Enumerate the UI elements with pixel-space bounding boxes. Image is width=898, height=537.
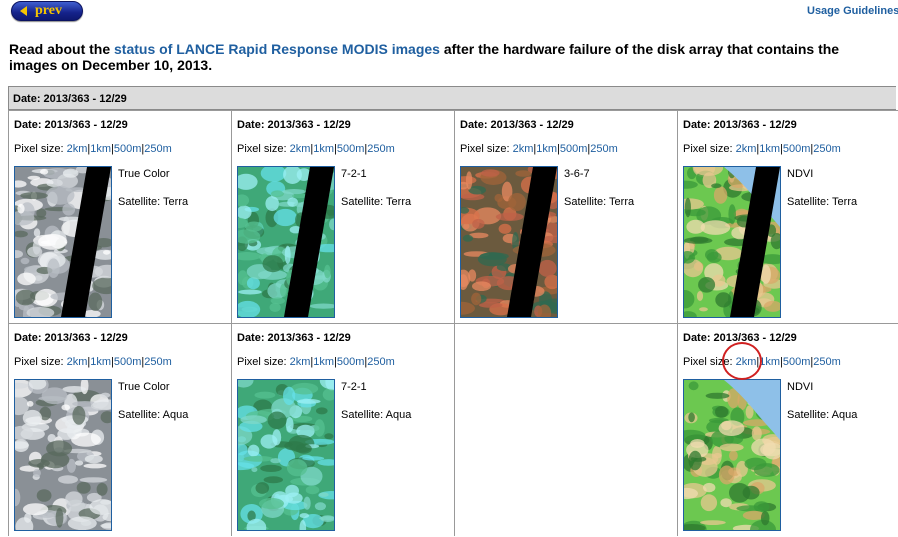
pixel-size-2km-link[interactable]: 2km [513, 143, 534, 155]
pixel-size-1km-link[interactable]: 1km [313, 143, 334, 155]
satellite-label: Satellite: Terra [564, 196, 635, 208]
pixel-size-2km-link[interactable]: 2km [290, 143, 311, 155]
pixel-size-250m-link[interactable]: 250m [144, 356, 172, 368]
prev-button-label: prev [35, 3, 62, 18]
pixel-size-1km-link[interactable]: 1km [759, 143, 780, 155]
satellite-thumbnail[interactable] [237, 166, 335, 318]
pixel-size-label: Pixel size: [14, 143, 64, 155]
arrow-left-icon [20, 6, 27, 16]
satellite-thumbnail[interactable] [683, 379, 781, 531]
satellite-thumbnail[interactable] [683, 166, 781, 318]
band-label: NDVI [787, 381, 814, 393]
band-label: True Color [118, 381, 170, 393]
table-header: Date: 2013/363 - 12/29 [8, 86, 896, 110]
cell-date: Date: 2013/363 - 12/29 [14, 119, 128, 131]
notice-text-pre: Read about the [9, 41, 115, 57]
image-cell: Date: 2013/363 - 12/29 Pixel size: 2km|1k… [8, 110, 231, 323]
cell-date: Date: 2013/363 - 12/29 [237, 332, 351, 344]
image-grid: Date: 2013/363 - 12/29 Date: 2013/363 - … [8, 86, 898, 537]
satellite-label: Satellite: Terra [787, 196, 858, 208]
image-cell: Date: 2013/363 - 12/29 Pixel size: 2km|1k… [231, 110, 454, 323]
satellite-thumbnail[interactable] [460, 166, 558, 318]
band-label: 7-2-1 [341, 168, 367, 180]
pixel-size-label: Pixel size: [237, 143, 287, 155]
pixel-size-row: Pixel size: 2km|1km|500m|250m [237, 143, 395, 155]
pixel-size-2km-link[interactable]: 2km [736, 143, 757, 155]
satellite-thumbnail[interactable] [237, 379, 335, 531]
pixel-size-label: Pixel size: [460, 143, 510, 155]
pixel-size-2km-link[interactable]: 2km [290, 356, 311, 368]
pixel-size-250m-link[interactable]: 250m [144, 143, 172, 155]
satellite-label: Satellite: Terra [118, 196, 189, 208]
pixel-size-1km-link[interactable]: 1km [90, 356, 111, 368]
image-cell: Date: 2013/363 - 12/29 Pixel size: 2km|1k… [677, 323, 898, 536]
cell-date: Date: 2013/363 - 12/29 [14, 332, 128, 344]
pixel-size-1km-link[interactable]: 1km [313, 356, 334, 368]
cell-date: Date: 2013/363 - 12/29 [460, 119, 574, 131]
satellite-thumbnail[interactable] [14, 379, 112, 531]
pixel-size-500m-link[interactable]: 500m [783, 143, 811, 155]
disk-failure-notice: Read about the status of LANCE Rapid Res… [9, 41, 887, 73]
image-cell: Date: 2013/363 - 12/29 Pixel size: 2km|1k… [677, 110, 898, 323]
pixel-size-250m-link[interactable]: 250m [367, 356, 395, 368]
band-label: True Color [118, 168, 170, 180]
prev-button[interactable]: prev [11, 1, 83, 21]
satellite-thumbnail[interactable] [14, 166, 112, 318]
lance-status-link[interactable]: status of LANCE Rapid Response MODIS ima… [114, 41, 440, 57]
pixel-size-row: Pixel size: 2km|1km|500m|250m [14, 356, 172, 368]
pixel-size-500m-link[interactable]: 500m [783, 356, 811, 368]
pixel-size-row: Pixel size: 2km|1km|500m|250m [14, 143, 172, 155]
pixel-size-500m-link[interactable]: 500m [337, 356, 365, 368]
highlight-circle-annotation [722, 342, 762, 380]
band-label: NDVI [787, 168, 814, 180]
satellite-label: Satellite: Aqua [787, 409, 858, 421]
pixel-size-1km-link[interactable]: 1km [90, 143, 111, 155]
satellite-label: Satellite: Terra [341, 196, 412, 208]
pixel-size-2km-link[interactable]: 2km [67, 356, 88, 368]
pixel-size-2km-link[interactable]: 2km [67, 143, 88, 155]
cell-date: Date: 2013/363 - 12/29 [237, 119, 351, 131]
pixel-size-250m-link[interactable]: 250m [813, 143, 841, 155]
band-label: 7-2-1 [341, 381, 367, 393]
pixel-size-500m-link[interactable]: 500m [337, 143, 365, 155]
band-label: 3-6-7 [564, 168, 590, 180]
image-cell: Date: 2013/363 - 12/29 Pixel size: 2km|1k… [454, 110, 677, 323]
pixel-size-label: Pixel size: [237, 356, 287, 368]
pixel-size-row: Pixel size: 2km|1km|500m|250m [460, 143, 618, 155]
pixel-size-row: Pixel size: 2km|1km|500m|250m [237, 356, 395, 368]
pixel-size-label: Pixel size: [683, 143, 733, 155]
pixel-size-500m-link[interactable]: 500m [114, 143, 142, 155]
image-cell: Date: 2013/363 - 12/29 Pixel size: 2km|1k… [8, 323, 231, 536]
satellite-label: Satellite: Aqua [341, 409, 412, 421]
image-cell: Date: 2013/363 - 12/29 Pixel size: 2km|1k… [231, 323, 454, 536]
cell-date: Date: 2013/363 - 12/29 [683, 119, 797, 131]
pixel-size-250m-link[interactable]: 250m [813, 356, 841, 368]
pixel-size-1km-link[interactable]: 1km [536, 143, 557, 155]
satellite-label: Satellite: Aqua [118, 409, 189, 421]
usage-guidelines-link[interactable]: Usage Guidelines [807, 5, 898, 17]
pixel-size-250m-link[interactable]: 250m [367, 143, 395, 155]
image-cell [454, 323, 677, 536]
pixel-size-500m-link[interactable]: 500m [560, 143, 588, 155]
pixel-size-label: Pixel size: [14, 356, 64, 368]
pixel-size-row: Pixel size: 2km|1km|500m|250m [683, 143, 841, 155]
pixel-size-250m-link[interactable]: 250m [590, 143, 618, 155]
pixel-size-1km-link[interactable]: 1km [759, 356, 780, 368]
pixel-size-500m-link[interactable]: 500m [114, 356, 142, 368]
